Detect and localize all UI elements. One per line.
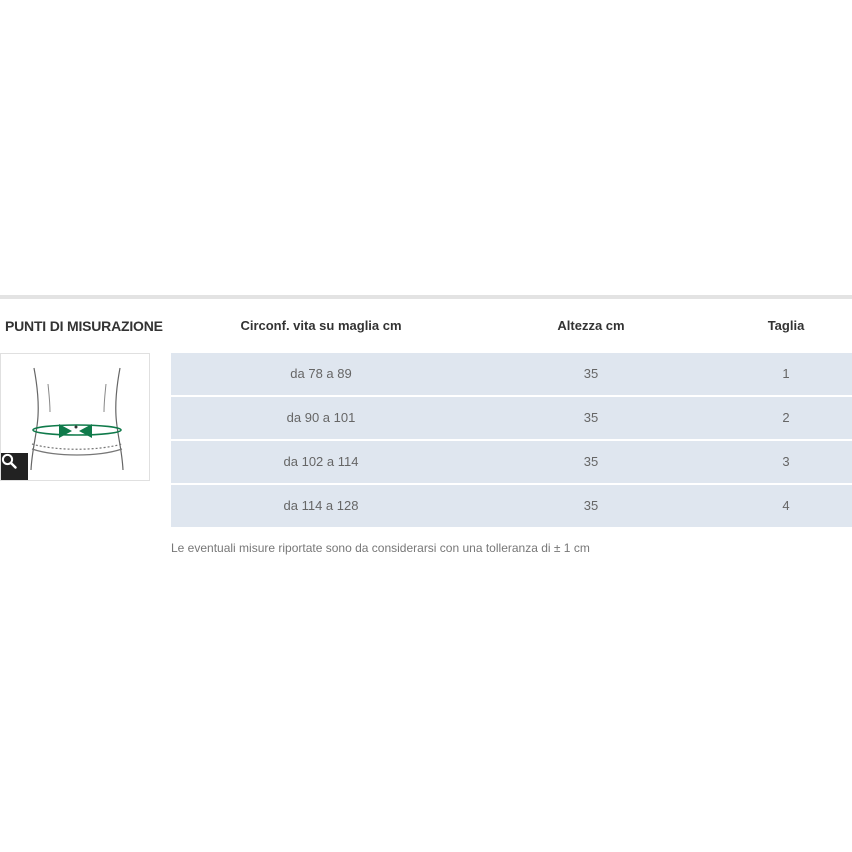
cell-size: 1 <box>782 366 790 381</box>
measurement-points-title: PUNTI DI MISURAZIONE <box>5 318 163 334</box>
table-row: da 78 a 89 35 1 <box>171 353 852 395</box>
cell-height: 35 <box>583 498 599 513</box>
cell-height: 35 <box>583 454 599 469</box>
cell-waist: da 90 a 101 <box>286 410 356 425</box>
table-row: da 90 a 101 35 2 <box>171 397 852 439</box>
search-icon <box>1 453 17 469</box>
tolerance-note: Le eventuali misure riportate sono da co… <box>171 541 590 555</box>
cell-height: 35 <box>583 366 599 381</box>
measurement-diagram-thumbnail[interactable] <box>0 353 150 481</box>
section-divider <box>0 295 852 299</box>
cell-waist: da 78 a 89 <box>290 366 352 381</box>
cell-height: 35 <box>583 410 599 425</box>
cell-waist: da 102 a 114 <box>283 454 359 469</box>
cell-size: 2 <box>782 410 790 425</box>
column-header-waist: Circonf. vita su maglia cm <box>240 318 402 333</box>
table-row: da 114 a 128 35 4 <box>171 485 852 527</box>
cell-size: 3 <box>782 454 790 469</box>
cell-waist: da 114 a 128 <box>283 498 359 513</box>
table-row: da 102 a 114 35 3 <box>171 441 852 483</box>
cell-size: 4 <box>782 498 790 513</box>
column-header-size: Taglia <box>767 318 805 333</box>
zoom-button[interactable] <box>1 453 28 480</box>
column-header-height: Altezza cm <box>557 318 625 333</box>
